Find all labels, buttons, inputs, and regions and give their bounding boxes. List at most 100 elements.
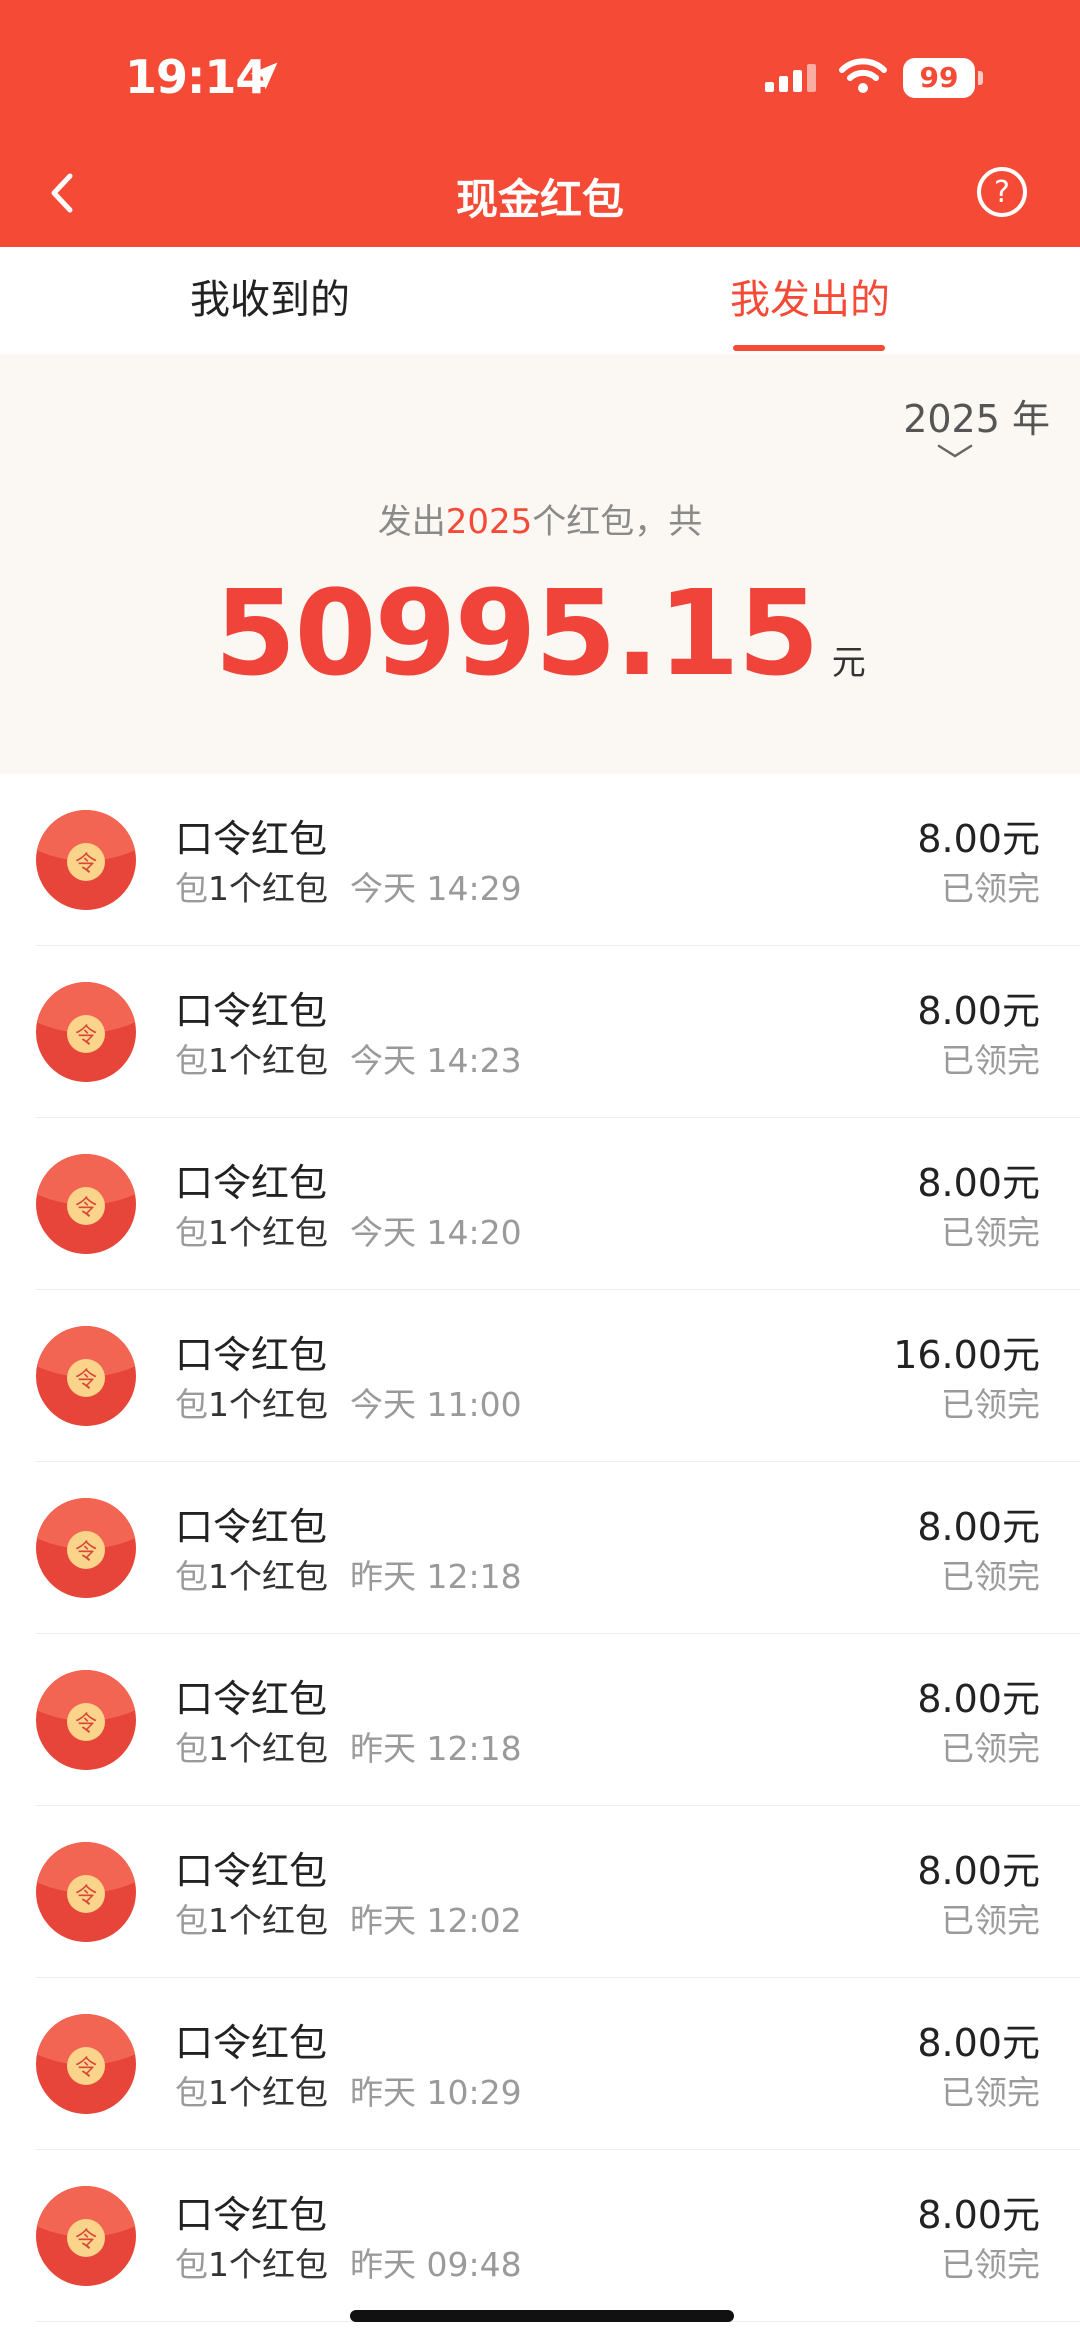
list-item[interactable]: 令 口令红包 包1个红包 今天 14:20 8.00元 已领完 — [0, 1118, 1080, 1290]
item-status: 已领完 — [941, 1213, 1040, 1252]
total-amount: 50995.15 — [214, 564, 820, 702]
item-subtitle: 包1个红包 今天 14:23 — [175, 1034, 522, 1082]
item-amount: 8.00元 — [917, 1161, 1040, 1205]
item-subtitle: 包1个红包 今天 14:20 — [175, 1206, 522, 1254]
item-quantity: 1个红包 — [208, 2073, 328, 2112]
red-envelope-icon: 令 — [36, 2186, 136, 2286]
item-subtitle: 包1个红包 昨天 12:02 — [175, 1894, 522, 1942]
item-status: 已领完 — [941, 1041, 1040, 1080]
red-envelope-icon: 令 — [36, 1498, 136, 1598]
item-time: 昨天 12:18 — [350, 1729, 522, 1768]
red-envelope-icon: 令 — [36, 1326, 136, 1426]
item-title: 口令红包 — [175, 2193, 328, 2237]
red-packet-list: 令口令红包 包1个红包 今天 14:29 8.00元 已领完令口令红包 包1个红包 今天 1… — [0, 774, 1080, 2322]
total-unit: 元 — [831, 643, 866, 683]
item-quantity: 1个红包 — [208, 1557, 328, 1596]
list-item[interactable]: 令 口令红包 包1个红包 今天 14:23 8.00元已领完 — [0, 946, 1080, 1118]
cellular-signal-icon — [765, 64, 816, 92]
total-row: 50995.15 元 — [0, 564, 1080, 702]
envelope-glyph: 令 — [75, 1540, 97, 1565]
envelope-glyph: 令 — [75, 1024, 97, 1049]
list-item[interactable]: 令 口令红包 包1个红包 今天 14:29 8.00元 已领完 — [0, 774, 1080, 946]
help-icon[interactable]: ? — [976, 166, 1028, 218]
item-time: 昨天 10:29 — [350, 2073, 522, 2112]
item-title: 口令红包 — [175, 1849, 328, 1893]
envelope-glyph: 令 — [75, 1712, 97, 1737]
summary-text: 发出2025个红包，共 — [0, 494, 1080, 543]
envelope-glyph: 令 — [75, 852, 97, 877]
list-item[interactable]: 令 口令红包 包1个红包 昨天 12:02 8.00元 已领完 — [0, 1806, 1080, 1978]
item-amount: 8.00元 — [917, 817, 1040, 861]
red-envelope-icon: 令 — [36, 982, 136, 1082]
list-item[interactable]: 令 口令红包 包1个红包 昨天 12:18 8.00元 已领完 — [0, 1634, 1080, 1806]
item-amount: 8.00元 — [917, 2021, 1040, 2065]
item-status: 已领完 — [941, 1901, 1040, 1940]
nav-bar: 现金红包 ? — [0, 150, 1080, 247]
active-tab-indicator — [733, 345, 885, 351]
item-time: 今天 14:29 — [350, 869, 522, 908]
item-time: 昨天 09:48 — [350, 2245, 522, 2284]
item-title: 口令红包 — [175, 1505, 328, 1549]
svg-text:?: ? — [994, 175, 1010, 210]
item-prefix: 包 — [175, 2245, 208, 2284]
item-prefix: 包 — [175, 1557, 208, 1596]
list-item[interactable]: 令 口令红包 包1个红包 昨天 10:29 8.00元 已领完 — [0, 1978, 1080, 2150]
item-prefix: 包 — [175, 1901, 208, 1940]
item-subtitle: 包1个红包 昨天 12:18 — [175, 1722, 522, 1770]
item-prefix: 包 — [175, 2073, 208, 2112]
tab-sent[interactable]: 我发出的 — [690, 247, 930, 354]
item-quantity: 1个红包 — [208, 869, 328, 908]
packet-count: 2025 — [445, 502, 533, 542]
item-status: 已领完 — [941, 2073, 1040, 2112]
item-status: 已领完 — [941, 1557, 1040, 1596]
item-subtitle: 包1个红包 昨天 12:18 — [175, 1550, 522, 1598]
red-packet-page: 19:14 99 现金红包 ? 我收到的 我发出的 2025 年 发出2025个… — [0, 0, 1080, 2347]
item-quantity: 1个红包 — [208, 1729, 328, 1768]
item-time: 今天 14:20 — [350, 1213, 522, 1252]
item-time: 昨天 12:18 — [350, 1557, 522, 1596]
item-amount: 8.00元 — [917, 989, 1040, 1033]
item-prefix: 包 — [175, 1729, 208, 1768]
page-title: 现金红包 — [455, 175, 624, 224]
item-title: 口令红包 — [175, 817, 328, 861]
item-subtitle: 包1个红包 昨天 09:48 — [175, 2238, 522, 2286]
envelope-glyph: 令 — [75, 1884, 97, 1909]
summary-suffix: 个红包，共 — [532, 502, 703, 542]
item-subtitle: 包1个红包 今天 14:29 — [175, 862, 522, 910]
list-item[interactable]: 令 口令红包 包1个红包 今天 11:00 16.00元 已领完 — [0, 1290, 1080, 1462]
envelope-glyph: 令 — [75, 1368, 97, 1393]
item-amount: 8.00元 — [917, 2193, 1040, 2237]
battery-indicator: 99 — [903, 58, 983, 98]
year-selector[interactable]: 2025 年 — [880, 388, 1050, 443]
item-quantity: 1个红包 — [208, 1213, 328, 1252]
item-prefix: 包 — [175, 1385, 208, 1424]
item-quantity: 1个红包 — [208, 1901, 328, 1940]
list-item[interactable]: 令 口令红包 包1个红包 昨天 12:18 8.00元 已领完 — [0, 1462, 1080, 1634]
red-envelope-icon: 令 — [36, 1670, 136, 1770]
list-item[interactable]: 令 口令红包 包1个红包 昨天 09:48 8.00元 已领完 — [0, 2150, 1080, 2322]
item-quantity: 1个红包 — [208, 1385, 328, 1424]
item-prefix: 包 — [175, 1213, 208, 1252]
item-title: 口令红包 — [175, 989, 328, 1033]
item-amount: 8.00元 — [917, 1505, 1040, 1549]
location-arrow-icon — [250, 62, 278, 90]
item-status: 已领完 — [941, 1729, 1040, 1768]
red-envelope-icon: 令 — [36, 1842, 136, 1942]
red-envelope-icon: 令 — [36, 2014, 136, 2114]
item-title: 口令红包 — [175, 1677, 328, 1721]
item-subtitle: 包1个红包 昨天 10:29 — [175, 2066, 522, 2114]
tab-received[interactable]: 我收到的 — [130, 247, 410, 354]
item-title: 口令红包 — [175, 1161, 328, 1205]
battery-level: 99 — [919, 61, 959, 94]
item-quantity: 1个红包 — [208, 1041, 328, 1080]
header: 19:14 99 现金红包 ? — [0, 0, 1080, 247]
envelope-glyph: 令 — [75, 1196, 97, 1221]
wifi-icon — [839, 58, 887, 93]
item-prefix: 包 — [175, 869, 208, 908]
chevron-down-icon[interactable] — [937, 442, 973, 460]
summary-panel: 2025 年 发出2025个红包，共 50995.15 元 — [0, 354, 1080, 774]
tab-bar: 我收到的 我发出的 — [0, 247, 1080, 355]
envelope-glyph: 令 — [75, 2056, 97, 2081]
item-status: 已领完 — [941, 1385, 1040, 1424]
item-amount: 16.00元 — [893, 1333, 1040, 1377]
